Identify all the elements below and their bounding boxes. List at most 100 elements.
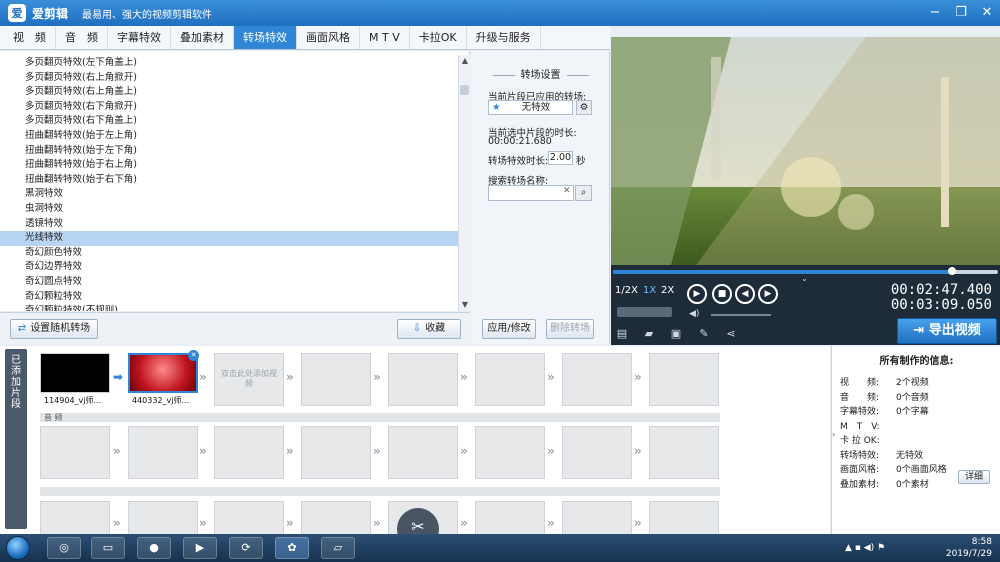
scroll-thumb[interactable] bbox=[460, 85, 469, 95]
empty-audio-slot[interactable] bbox=[128, 426, 198, 479]
playback-progress-knob[interactable] bbox=[947, 267, 956, 275]
tab-1[interactable]: 音 频 bbox=[56, 26, 108, 49]
remove-clip-icon[interactable]: ✕ bbox=[188, 350, 199, 361]
video-clip[interactable] bbox=[40, 353, 110, 393]
export-video-button[interactable]: ⇥ 导出视频 bbox=[897, 318, 997, 344]
search-input[interactable] bbox=[488, 185, 574, 201]
list-scrollbar[interactable]: ▲ ▼ bbox=[458, 55, 470, 311]
transition-item[interactable]: 扭曲翻转特效(始于右下角) bbox=[0, 173, 469, 188]
scroll-up-icon[interactable]: ▲ bbox=[459, 55, 471, 67]
transition-item[interactable]: 扭曲翻转特效(始于右上角) bbox=[0, 158, 469, 173]
file-explorer-icon[interactable]: ▭ bbox=[91, 537, 125, 559]
close-button[interactable]: ✕ bbox=[974, 3, 1000, 23]
speed-normal-button[interactable]: 1X bbox=[643, 285, 656, 296]
empty-video-slot[interactable] bbox=[649, 353, 719, 406]
empty-video-slot[interactable]: 双击此处添加视频 bbox=[214, 353, 284, 406]
next-frame-icon[interactable]: ▶ bbox=[758, 284, 778, 304]
edit-icon[interactable]: ✎ bbox=[697, 328, 711, 340]
empty-video-slot[interactable] bbox=[301, 353, 371, 406]
clear-transition-icon[interactable]: ⚙ bbox=[576, 100, 592, 115]
transition-item[interactable]: 奇幻边界特效 bbox=[0, 260, 469, 275]
transition-item[interactable]: 奇幻颗粒特效(不规则) bbox=[0, 304, 469, 311]
empty-audio-slot[interactable] bbox=[475, 426, 545, 479]
tab-7[interactable]: 卡拉OK bbox=[410, 26, 467, 49]
empty-track-slot[interactable] bbox=[40, 501, 110, 534]
play-icon[interactable]: ▶ bbox=[687, 284, 707, 304]
previous-frame-icon[interactable]: ◀ bbox=[735, 284, 755, 304]
next-arrow-icon: » bbox=[373, 370, 381, 384]
video-clip[interactable] bbox=[128, 353, 198, 393]
transition-item[interactable]: 透镜特效 bbox=[0, 217, 469, 232]
empty-video-slot[interactable] bbox=[475, 353, 545, 406]
transition-item[interactable]: 扭曲翻转特效(始于左上角) bbox=[0, 129, 469, 144]
video-app-icon[interactable]: ▶ bbox=[183, 537, 217, 559]
empty-track-slot[interactable] bbox=[301, 501, 371, 534]
start-button-icon[interactable] bbox=[6, 536, 30, 560]
empty-audio-slot[interactable] bbox=[40, 426, 110, 479]
tab-6[interactable]: M T V bbox=[360, 26, 410, 49]
empty-track-slot[interactable] bbox=[214, 501, 284, 534]
delete-transition-button[interactable]: 删除转场 bbox=[546, 319, 594, 339]
aijianji-taskbar-icon[interactable]: ✿ bbox=[275, 537, 309, 559]
transition-item[interactable]: 多页翻页特效(左下角盖上) bbox=[0, 56, 469, 71]
share-icon[interactable]: ⋖ bbox=[724, 328, 738, 340]
notes-app-icon[interactable]: ▱ bbox=[321, 537, 355, 559]
clear-search-icon[interactable]: ✕ bbox=[563, 186, 571, 196]
transition-item[interactable]: 多页翻页特效(右下角盖上) bbox=[0, 114, 469, 129]
refresh-app-icon[interactable]: ⟳ bbox=[229, 537, 263, 559]
clock[interactable]: 8:58 2019/7/29 bbox=[946, 536, 992, 560]
transition-item[interactable]: 扭曲翻转特效(始于左下角) bbox=[0, 144, 469, 159]
tab-0[interactable]: 视 频 bbox=[4, 26, 56, 49]
tab-2[interactable]: 字幕特效 bbox=[108, 26, 171, 49]
empty-audio-slot[interactable] bbox=[301, 426, 371, 479]
zoom-slider[interactable] bbox=[617, 307, 672, 317]
effect-duration-input[interactable]: 2.00 bbox=[548, 151, 573, 165]
transition-item[interactable]: 多页翻页特效(右上角掀开) bbox=[0, 71, 469, 86]
empty-track-slot[interactable] bbox=[128, 501, 198, 534]
empty-video-slot[interactable] bbox=[562, 353, 632, 406]
search-icon[interactable]: ⌕ bbox=[575, 185, 592, 201]
minimize-button[interactable]: − bbox=[922, 3, 948, 23]
transition-item[interactable]: 奇幻颗粒特效 bbox=[0, 290, 469, 305]
empty-track-slot[interactable] bbox=[475, 501, 545, 534]
transition-item[interactable]: 黑洞特效 bbox=[0, 187, 469, 202]
restore-button[interactable]: ❐ bbox=[948, 3, 974, 23]
tray-icons[interactable]: ▲ ▪ ◀) ⚑ bbox=[845, 543, 885, 553]
tab-8[interactable]: 升级与服务 bbox=[467, 26, 541, 49]
empty-audio-slot[interactable] bbox=[562, 426, 632, 479]
empty-track-slot[interactable] bbox=[562, 501, 632, 534]
transition-item[interactable]: 虫洞特效 bbox=[0, 202, 469, 217]
favorite-button[interactable]: ⇩ 收藏 bbox=[397, 319, 461, 339]
transition-item[interactable]: 多页翻页特效(右下角掀开) bbox=[0, 100, 469, 115]
transition-item[interactable]: 奇幻颜色特效 bbox=[0, 246, 469, 261]
random-transition-button[interactable]: ⇄ 设置随机转场 bbox=[10, 319, 98, 339]
empty-audio-slot[interactable] bbox=[649, 426, 719, 479]
scroll-down-icon[interactable]: ▼ bbox=[459, 299, 471, 311]
speed-double-button[interactable]: 2X bbox=[661, 285, 674, 296]
collapse-chevron-icon[interactable]: ⌄ bbox=[801, 274, 808, 283]
empty-track-slot[interactable] bbox=[649, 501, 719, 534]
added-clips-tab[interactable]: 已添加片段 bbox=[5, 349, 27, 529]
speed-half-button[interactable]: 1/2X bbox=[615, 285, 638, 296]
firefox-icon[interactable]: ● bbox=[137, 537, 171, 559]
empty-audio-slot[interactable] bbox=[214, 426, 284, 479]
tab-4[interactable]: 转场特效 bbox=[234, 26, 297, 49]
transition-item[interactable]: 奇幻圆点特效 bbox=[0, 275, 469, 290]
transition-item[interactable]: 光线特效 bbox=[0, 231, 469, 246]
volume-slider[interactable] bbox=[711, 314, 771, 316]
save-icon[interactable]: ▣ bbox=[669, 328, 683, 340]
tab-3[interactable]: 叠加素材 bbox=[171, 26, 234, 49]
new-project-icon[interactable]: ▤ bbox=[615, 328, 629, 340]
stop-icon[interactable]: ■ bbox=[712, 284, 732, 304]
apply-button[interactable]: 应用/修改 bbox=[482, 319, 536, 339]
tab-5[interactable]: 画面风格 bbox=[297, 26, 360, 49]
expand-arrow-icon[interactable]: › bbox=[832, 430, 835, 439]
media-player-icon[interactable]: ◎ bbox=[47, 537, 81, 559]
detail-button[interactable]: 详细 bbox=[958, 470, 990, 484]
video-preview[interactable] bbox=[611, 37, 1000, 265]
empty-video-slot[interactable] bbox=[388, 353, 458, 406]
volume-icon[interactable]: ◀) bbox=[689, 309, 699, 319]
open-folder-icon[interactable]: ▰ bbox=[642, 328, 656, 340]
empty-audio-slot[interactable] bbox=[388, 426, 458, 479]
transition-item[interactable]: 多页翻页特效(右上角盖上) bbox=[0, 85, 469, 100]
